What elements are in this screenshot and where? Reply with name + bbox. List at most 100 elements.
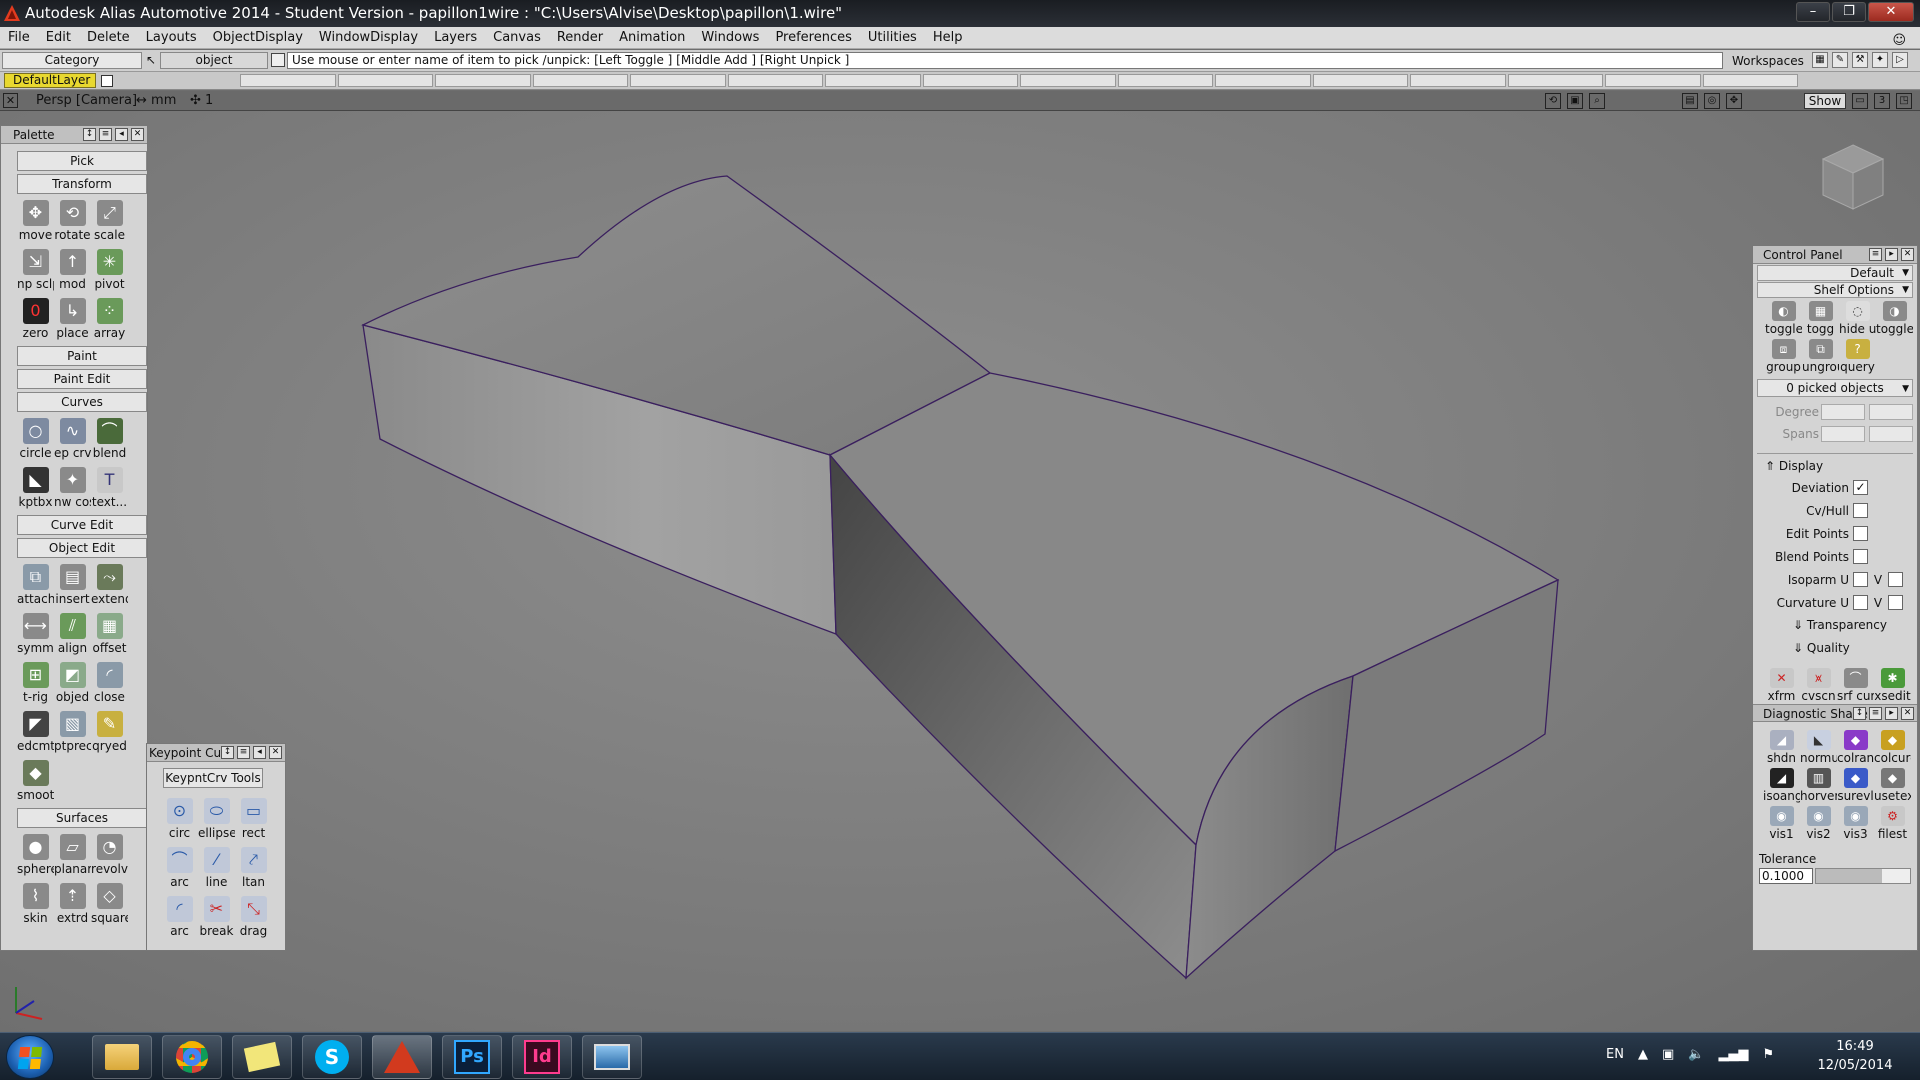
section-pick[interactable]: Pick: [17, 151, 147, 171]
section-curve-edit[interactable]: Curve Edit: [17, 515, 147, 535]
network-monitor-icon[interactable]: ▣: [1662, 1047, 1674, 1062]
shelf-toggle-2[interactable]: ▦ togg: [1802, 299, 1839, 337]
default-layer[interactable]: DefaultLayer: [4, 73, 96, 88]
section-curves[interactable]: Curves: [17, 392, 147, 412]
tool-kp-arc2[interactable]: ◜ arc: [161, 892, 198, 941]
quad-view-icon[interactable]: 3: [1874, 93, 1890, 109]
shelf-xfrm[interactable]: ✕ xfrm: [1763, 666, 1800, 704]
alias-app[interactable]: [372, 1035, 432, 1079]
notes-app[interactable]: [232, 1035, 292, 1079]
section-transform[interactable]: Transform: [17, 174, 147, 194]
clock[interactable]: 16:49 12/05/2014: [1805, 1037, 1905, 1075]
layer-slot[interactable]: [1117, 74, 1213, 87]
shelf-toggle-3[interactable]: ◑ toggle: [1876, 299, 1913, 337]
explorer-app[interactable]: [92, 1035, 152, 1079]
curvature-u-checkbox[interactable]: [1853, 595, 1868, 610]
layer-slot[interactable]: [922, 74, 1018, 87]
pan-icon[interactable]: ✥: [1726, 93, 1742, 109]
render-icon[interactable]: ▤: [1682, 93, 1698, 109]
menu-canvas[interactable]: Canvas: [485, 27, 549, 49]
diag-vis3[interactable]: ◉ vis3: [1837, 804, 1874, 842]
tool-kp-arc[interactable]: ⌒ arc: [161, 843, 198, 892]
menu-windows[interactable]: Windows: [693, 27, 767, 49]
tool-kp-line[interactable]: ⁄ line: [198, 843, 235, 892]
workspace-grid-icon[interactable]: ▦: [1812, 52, 1828, 68]
tumble-icon[interactable]: ⟲: [1545, 93, 1561, 109]
palette-close-icon[interactable]: ✕: [131, 128, 144, 141]
category-dropdown[interactable]: Category: [2, 52, 142, 69]
bowtie-model[interactable]: [0, 111, 1920, 1031]
cvhull-checkbox[interactable]: [1853, 503, 1868, 518]
tool-offset[interactable]: ▦ offset: [91, 609, 128, 658]
camera-label[interactable]: Persp [Camera]: [36, 93, 137, 108]
diag-usetex[interactable]: ◆ usetex: [1874, 766, 1911, 804]
tool-zero[interactable]: 0 zero: [17, 294, 54, 343]
display-header[interactable]: ⇑ Display: [1757, 456, 1913, 476]
diag-surevl[interactable]: ◆ surevl: [1837, 766, 1874, 804]
diag-vis2[interactable]: ◉ vis2: [1800, 804, 1837, 842]
tool-revolve[interactable]: ◔ revolv: [91, 830, 128, 879]
tool-new-cos[interactable]: ✦nw cos: [54, 463, 91, 512]
curvature-v-checkbox[interactable]: [1888, 595, 1903, 610]
shelf-cvscn[interactable]: ⩙ cvscn: [1800, 666, 1837, 704]
keypoint-tools-tab[interactable]: KeypntCrv Tools: [163, 768, 263, 788]
tool-attach[interactable]: ⧉ attach: [17, 560, 54, 609]
menu-edit[interactable]: Edit: [38, 27, 79, 49]
menu-utilities[interactable]: Utilities: [860, 27, 925, 49]
quality-expander[interactable]: ⇓ Quality: [1757, 637, 1913, 660]
tool-scale[interactable]: ⤢ scale: [91, 196, 128, 245]
tool-kptbx[interactable]: ◣ kptbx: [17, 463, 54, 512]
show-hidden-icons[interactable]: ▲: [1638, 1047, 1648, 1062]
keypoint-resize-icon[interactable]: ↕: [221, 746, 234, 759]
tool-circle[interactable]: ○ circle: [17, 414, 54, 463]
tool-kp-ellipse[interactable]: ⬭ ellipse: [198, 794, 235, 843]
layer-slot[interactable]: [1020, 74, 1116, 87]
workspace-palette-icon[interactable]: ✎: [1832, 52, 1848, 68]
diag-resize-icon[interactable]: ↕: [1853, 707, 1866, 720]
tool-extrd[interactable]: ⇡ extrd: [54, 879, 91, 928]
deviation-checkbox[interactable]: ✓: [1853, 480, 1868, 495]
diag-colcurev[interactable]: ◆colcurev: [1874, 728, 1911, 766]
prompt-history-icon[interactable]: [271, 53, 285, 67]
photoshop-app[interactable]: Ps: [442, 1035, 502, 1079]
tool-insert[interactable]: ▤ insert: [54, 560, 91, 609]
layer-slot[interactable]: [337, 74, 433, 87]
shade-icon[interactable]: ◎: [1704, 93, 1720, 109]
object-field[interactable]: object: [160, 52, 268, 69]
tool-align[interactable]: ⫽ align: [54, 609, 91, 658]
single-view-icon[interactable]: ▭: [1852, 93, 1868, 109]
tool-array[interactable]: ⁘ array: [91, 294, 128, 343]
viewcube-icon[interactable]: [1818, 139, 1888, 219]
tool-ptprec[interactable]: ▧ ptprec: [54, 707, 91, 756]
layer-slot[interactable]: [532, 74, 628, 87]
layer-slot[interactable]: [825, 74, 921, 87]
pick-arrow-icon[interactable]: ↖: [146, 53, 156, 67]
tool-np-sclp[interactable]: ⇲np sclp: [17, 245, 54, 294]
tool-kp-drag[interactable]: ⤡ drag: [235, 892, 272, 941]
signal-icon[interactable]: ▂▄▆: [1718, 1047, 1748, 1062]
menu-help[interactable]: Help: [925, 27, 971, 49]
minimize-button[interactable]: –: [1796, 2, 1830, 22]
tool-extend[interactable]: ⤳extend: [91, 560, 128, 609]
tool-mod[interactable]: ↑ mod: [54, 245, 91, 294]
shelf-toggle-1[interactable]: ◐ toggle: [1765, 299, 1802, 337]
cp-expand-icon[interactable]: ▸: [1885, 248, 1898, 261]
layer-slot[interactable]: [240, 74, 336, 87]
keypoint-menu-icon[interactable]: ≡: [237, 746, 250, 759]
perspective-viewport[interactable]: [0, 111, 1920, 1031]
indesign-app[interactable]: Id: [512, 1035, 572, 1079]
shelf-group[interactable]: ⧈ group: [1765, 337, 1802, 375]
skype-app[interactable]: S: [302, 1035, 362, 1079]
diag-horver[interactable]: ▥ horver: [1800, 766, 1837, 804]
tool-smooth[interactable]: ◆smooth: [17, 756, 54, 805]
volume-icon[interactable]: 🔈: [1688, 1047, 1704, 1062]
prompt-line[interactable]: Use mouse or enter name of item to pick …: [287, 52, 1723, 69]
picked-objects-dropdown[interactable]: 0 picked objects: [1757, 379, 1913, 397]
tool-edcmt[interactable]: ◤ edcmt: [17, 707, 54, 756]
tool-ep-crv[interactable]: ∿ ep crv: [54, 414, 91, 463]
shelf-options-dropdown[interactable]: Shelf Options: [1757, 282, 1913, 298]
tool-planar[interactable]: ▱ planar: [54, 830, 91, 879]
isoparm-v-checkbox[interactable]: [1888, 572, 1903, 587]
layer-slot[interactable]: [1605, 74, 1701, 87]
blendpoints-checkbox[interactable]: [1853, 549, 1868, 564]
